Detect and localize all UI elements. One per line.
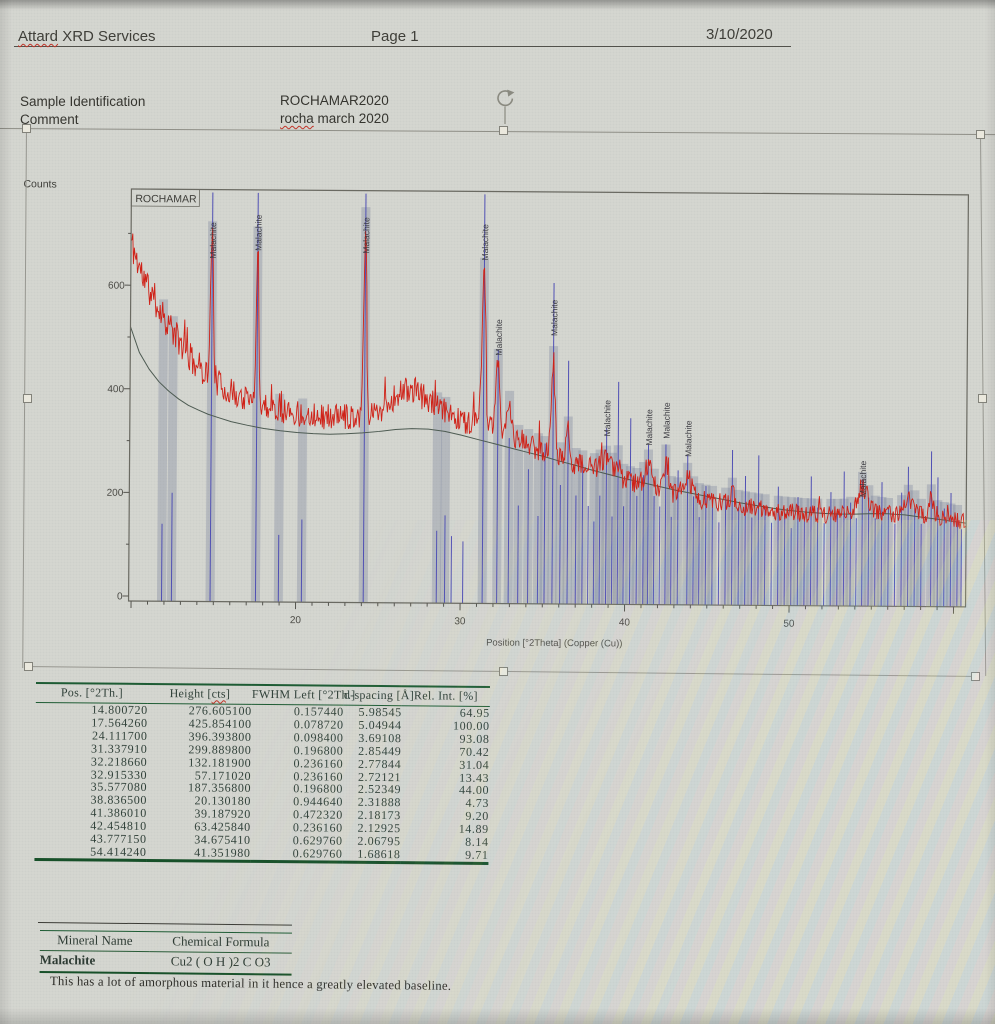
mineral-table-topline [38, 922, 292, 926]
table-cell: 0.196800 [251, 744, 343, 758]
service-name-rest: XRD Services [58, 28, 156, 45]
phase-label: Malachite [549, 299, 559, 336]
selection-handle-mid-left[interactable] [23, 394, 32, 403]
x-tick-label: 20 [290, 615, 302, 626]
reference-pattern-lines [161, 192, 963, 607]
chart-title: ROCHAMAR [135, 193, 197, 205]
mineral-table-header: Mineral NameChemical Formula [40, 931, 292, 954]
comment-flagged-word: rocha [280, 111, 314, 126]
phase-label: Malachite [208, 222, 218, 259]
table-cell: 3.69108 [343, 731, 401, 744]
service-name-flagged-word: Attard [18, 28, 58, 45]
x-axis-ticks [131, 601, 954, 614]
selection-handle-top-center[interactable] [499, 126, 508, 135]
photographed-report-page: Attard XRD Services Page 1 3/10/2020 Sam… [0, 0, 995, 1024]
table-cell: 93.08 [401, 732, 489, 746]
phase-label: Malachite [253, 214, 263, 251]
header-rule [14, 46, 791, 47]
report-date: 3/10/2020 [706, 26, 773, 43]
comment-rest: march 2020 [314, 111, 389, 126]
phase-label: Malachite [858, 460, 868, 497]
analyst-comment: This has a lot of amorphous material in … [50, 974, 451, 994]
chemical-formula-cell: Cu2 ( O H )2 C O3 [150, 952, 292, 975]
selection-top-border [0, 128, 995, 135]
y-tick-label: 400 [107, 384, 124, 395]
table-cell: 2.77844 [343, 757, 401, 770]
peak-table-col-header: Height [cts] [148, 684, 252, 704]
y-tick-label: 0 [117, 591, 123, 602]
peak-list-table: Pos. [°2Th.]Height [cts]FWHM Left [°2Th.… [34, 682, 490, 865]
legend-box [131, 189, 199, 206]
mineral-table-col-header: Chemical Formula [150, 932, 292, 953]
table-cell: 70.42 [401, 745, 489, 759]
x-tick-label: 50 [783, 619, 795, 630]
table-cell: 41.351980 [146, 846, 250, 861]
phase-label: Malachite [494, 319, 504, 356]
plot-frame [129, 189, 969, 607]
sample-id-value: ROCHAMAR2020 [280, 93, 389, 108]
table-cell: 2.85449 [343, 744, 401, 757]
peak-list-section: Pos. [°2Th.]Height [cts]FWHM Left [°2Th.… [34, 682, 490, 865]
mineral-table: Mineral NameChemical Formula MalachiteCu… [40, 930, 292, 976]
page-number: Page 1 [371, 28, 419, 45]
selection-handle-bottom-center[interactable] [499, 667, 508, 676]
selection-handle-top-left[interactable] [22, 124, 31, 133]
measured-intensity-trace [129, 227, 968, 529]
phase-peak-labels: Malachite Malachite Malachite Malachite Mala… [206, 214, 870, 497]
selection-right-border [980, 134, 986, 676]
table-cell: 9.71 [400, 848, 488, 863]
sample-id-label: Sample Identification [20, 94, 145, 109]
peak-area-bands [157, 206, 964, 607]
y-tick-label: 200 [107, 488, 124, 499]
table-cell: 299.889800 [147, 743, 251, 757]
selection-handle-bottom-right[interactable] [971, 672, 980, 681]
phase-label: Malachite [662, 402, 672, 439]
x-tick-label: 40 [619, 617, 631, 628]
table-cell: 132.181900 [147, 756, 251, 770]
x-axis-title: Position [°2Theta] (Copper (Cu)) [486, 637, 622, 649]
flagged-word: cts [212, 687, 226, 701]
selection-handle-top-right[interactable] [976, 130, 985, 139]
peak-table-col-header: FWHM Left [°2Th.] [252, 685, 344, 705]
table-cell: 32.218660 [35, 755, 147, 769]
table-row: 54.41424041.3519800.6297601.686189.71 [34, 845, 488, 863]
selection-handle-bottom-left[interactable] [24, 662, 33, 671]
mineral-name-cell: Malachite [40, 950, 150, 973]
y-tick-label: 600 [108, 281, 125, 292]
selection-handle-mid-right[interactable] [978, 394, 987, 403]
table-row: MalachiteCu2 ( O H )2 C O3 [40, 950, 292, 974]
comment-value: rocha march 2020 [280, 111, 389, 126]
peak-table-col-header: Rel. Int. [%] [402, 686, 490, 706]
table-cell: 100.00 [402, 719, 490, 733]
table-cell: 54.414240 [34, 845, 146, 860]
mineral-section: Mineral NameChemical Formula MalachiteCu… [40, 930, 292, 976]
phase-label: Malachite [683, 420, 693, 457]
fitted-baseline-curve [129, 327, 967, 524]
phase-label: Malachite [480, 224, 490, 261]
mineral-table-col-header: Mineral Name [40, 931, 150, 952]
table-cell: 0.629760 [250, 847, 342, 862]
rotate-handle-icon[interactable] [494, 89, 518, 129]
report-service-name: Attard XRD Services [18, 28, 156, 45]
x-tick-label: 30 [454, 616, 466, 627]
peak-table-col-header: d-spacing [Å] [344, 686, 402, 706]
y-axis-ticks [123, 233, 132, 596]
phase-label: Malachite [361, 217, 371, 254]
phase-label: Malachite [602, 400, 612, 437]
peak-table-col-header: Pos. [°2Th.] [36, 683, 148, 703]
table-cell: 0.236160 [251, 757, 343, 771]
rotate-arrow-head [507, 90, 514, 97]
phase-label: Malachite [644, 409, 654, 446]
table-cell: 1.68618 [342, 848, 400, 863]
y-axis-title: Counts [23, 178, 56, 190]
table-cell: 64.95 [402, 706, 490, 720]
table-cell: 31.04 [401, 758, 489, 772]
